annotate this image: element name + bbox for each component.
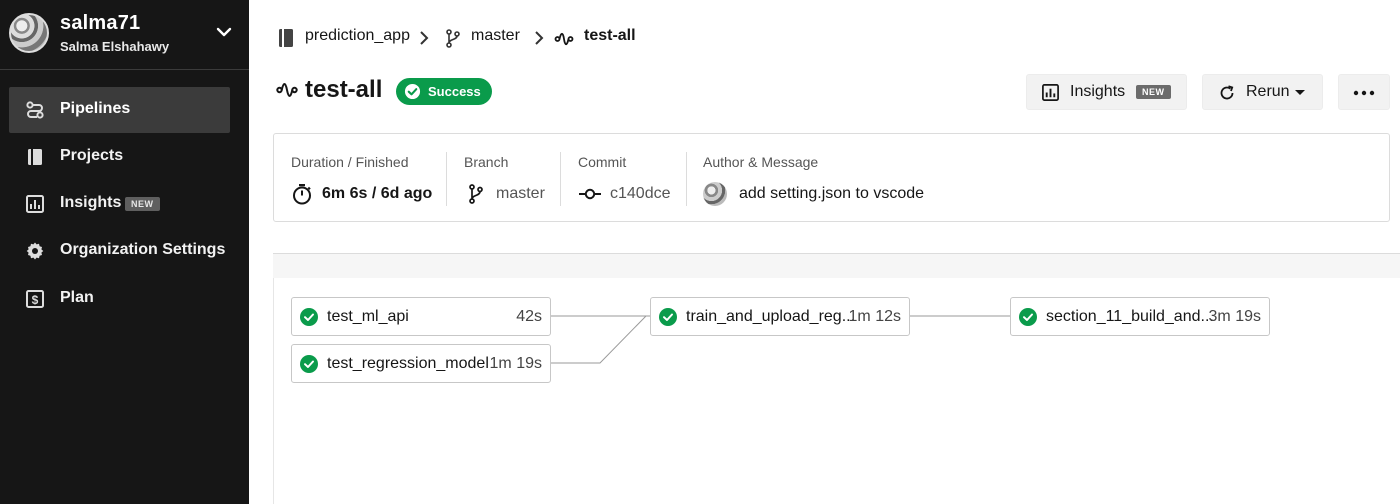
stopwatch-icon bbox=[293, 184, 311, 205]
job-test-ml-api[interactable]: test_ml_api 42s bbox=[291, 297, 551, 336]
dollar-icon: $ bbox=[26, 290, 44, 308]
commit-value[interactable]: c140dce bbox=[610, 185, 671, 203]
status-badge: Success bbox=[396, 78, 492, 105]
main-content: prediction_app master test-all test-all bbox=[249, 0, 1400, 504]
project-icon bbox=[279, 29, 293, 47]
user-full-name: Salma Elshahawy bbox=[60, 39, 170, 54]
job-name: train_and_upload_reg... bbox=[686, 308, 856, 325]
sidebar-item-label: Projects bbox=[60, 147, 124, 164]
svg-text:$: $ bbox=[32, 293, 39, 307]
sidebar-item-pipelines[interactable]: Pipelines bbox=[9, 87, 230, 133]
new-badge: NEW bbox=[1136, 85, 1171, 99]
new-badge: NEW bbox=[125, 197, 160, 211]
sidebar-item-label: Pipelines bbox=[60, 100, 131, 117]
branch-icon bbox=[446, 29, 460, 48]
check-circle-icon bbox=[300, 308, 318, 326]
insights-icon bbox=[26, 195, 44, 213]
check-circle-icon bbox=[404, 83, 421, 100]
refresh-icon bbox=[1220, 85, 1234, 100]
sidebar-item-plan[interactable]: $ Plan bbox=[9, 276, 230, 322]
job-name: test_regression_model bbox=[327, 355, 489, 372]
pipelines-icon bbox=[26, 101, 44, 119]
author-header: Author & Message bbox=[703, 154, 819, 170]
breadcrumb-project[interactable]: prediction_app bbox=[305, 27, 410, 45]
divider bbox=[446, 152, 447, 206]
chevron-right-icon bbox=[420, 31, 429, 45]
breadcrumb-branch[interactable]: master bbox=[471, 27, 520, 45]
commit-header: Commit bbox=[578, 154, 627, 170]
duration-value: 6m 6s / 6d ago bbox=[322, 185, 433, 202]
workflow-icon bbox=[554, 32, 574, 46]
sidebar-item-label: Organization Settings bbox=[60, 241, 226, 258]
insights-button-label: Insights bbox=[1070, 83, 1126, 100]
sidebar: salma71 Salma Elshahawy Pipelines Projec… bbox=[0, 0, 249, 504]
more-options-button[interactable] bbox=[1338, 74, 1390, 110]
branch-header: Branch bbox=[464, 154, 509, 170]
chevron-right-icon bbox=[535, 31, 544, 45]
caret-down-icon bbox=[1295, 90, 1305, 95]
page-title: test-all bbox=[305, 76, 383, 103]
org-avatar bbox=[9, 13, 49, 53]
job-duration: 3m 19s bbox=[1208, 308, 1261, 325]
sidebar-item-projects[interactable]: Projects bbox=[9, 134, 230, 180]
projects-icon bbox=[28, 149, 42, 165]
rerun-button[interactable]: Rerun bbox=[1202, 74, 1323, 110]
rerun-button-label: Rerun bbox=[1246, 83, 1290, 100]
branch-value[interactable]: master bbox=[496, 185, 545, 203]
job-test-regression-model[interactable]: test_regression_model 1m 19s bbox=[291, 344, 551, 383]
job-train-and-upload[interactable]: train_and_upload_reg... 1m 12s bbox=[650, 297, 910, 336]
sidebar-item-insights[interactable]: Insights NEW bbox=[9, 181, 230, 227]
commit-message: add setting.json to vscode bbox=[739, 185, 925, 202]
branch-icon bbox=[469, 184, 483, 204]
org-name: salma71 bbox=[60, 12, 141, 34]
check-circle-icon bbox=[1019, 308, 1037, 326]
more-icon bbox=[1353, 90, 1375, 96]
sidebar-item-label: Plan bbox=[60, 289, 94, 306]
author-avatar bbox=[703, 182, 727, 206]
job-name: test_ml_api bbox=[327, 308, 409, 325]
divider bbox=[560, 152, 561, 206]
job-duration: 42s bbox=[516, 308, 542, 325]
workflow-canvas: test_ml_api 42s test_regression_model 1m… bbox=[273, 278, 1400, 504]
workflow-graph: test_ml_api 42s test_regression_model 1m… bbox=[273, 253, 1400, 504]
divider bbox=[686, 152, 687, 206]
check-circle-icon bbox=[659, 308, 677, 326]
gear-icon bbox=[26, 242, 44, 260]
workflow-summary: Duration / Finished 6m 6s / 6d ago Branc… bbox=[273, 133, 1390, 222]
check-circle-icon bbox=[300, 355, 318, 373]
commit-icon bbox=[579, 188, 601, 200]
sidebar-item-organization-settings[interactable]: Organization Settings bbox=[9, 228, 230, 274]
duration-header: Duration / Finished bbox=[291, 154, 409, 170]
sidebar-item-label: Insights bbox=[60, 194, 122, 211]
job-name: section_11_build_and... bbox=[1046, 308, 1214, 325]
workflow-icon bbox=[276, 83, 298, 97]
job-duration: 1m 19s bbox=[489, 355, 542, 372]
org-switcher[interactable]: salma71 Salma Elshahawy bbox=[0, 0, 249, 70]
job-section-11-build[interactable]: section_11_build_and... 3m 19s bbox=[1010, 297, 1270, 336]
insights-button[interactable]: Insights NEW bbox=[1026, 74, 1187, 110]
job-duration: 1m 12s bbox=[848, 308, 901, 325]
breadcrumb-workflow[interactable]: test-all bbox=[584, 27, 636, 45]
chevron-down-icon[interactable] bbox=[214, 22, 234, 42]
insights-icon bbox=[1042, 84, 1059, 101]
